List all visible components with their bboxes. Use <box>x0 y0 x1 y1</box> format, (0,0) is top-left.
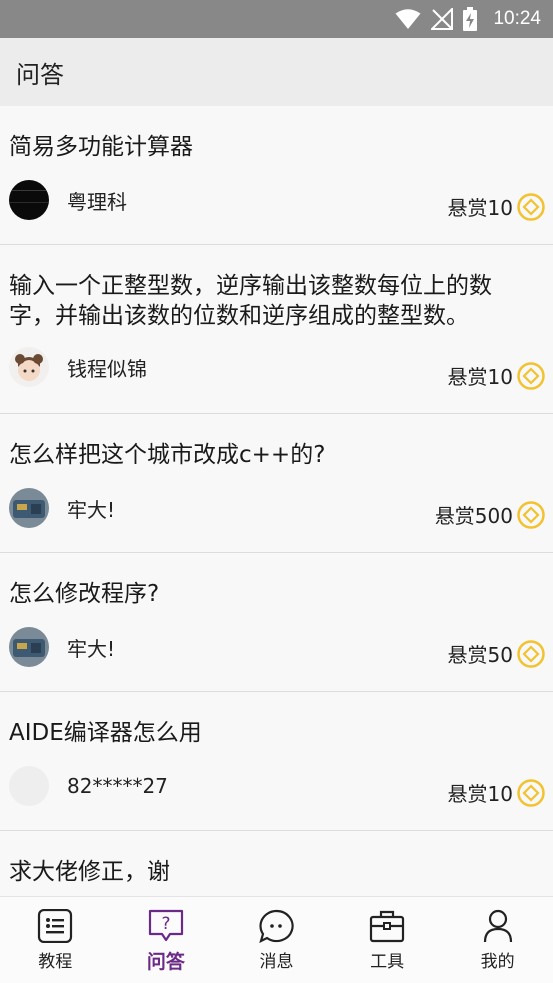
reward-text: 悬赏10 <box>447 196 513 220</box>
question-title: AIDE编译器怎么用 <box>9 720 202 746</box>
no-signal-icon <box>431 8 454 30</box>
bottom-tab-bar: 教程 ? 问答 消息 工具 我的 <box>0 896 553 983</box>
reward-text: 悬赏10 <box>447 365 513 389</box>
author-name: 牢大! <box>67 636 116 661</box>
wifi-icon <box>395 8 421 30</box>
status-bar: 10:24 <box>0 0 553 38</box>
author-name: 牢大! <box>67 497 116 522</box>
question-author[interactable]: 牢大! <box>9 627 115 667</box>
question-item[interactable]: AIDE编译器怎么用 82*****27 悬赏10 <box>0 692 553 831</box>
question-title: 输入一个正整型数，逆序输出该整数每位上的数字，并输出该数的位数和逆序组成的整型数… <box>9 273 492 329</box>
tab-profile[interactable]: 我的 <box>442 897 553 983</box>
question-title: 怎么样把这个城市改成c++的? <box>9 442 326 468</box>
question-item[interactable]: 输入一个正整型数，逆序输出该整数每位上的数字，并输出该数的位数和逆序组成的整型数… <box>0 245 553 414</box>
reward-text: 悬赏10 <box>447 782 513 806</box>
reward-text: 悬赏50 <box>447 643 513 667</box>
svg-text:?: ? <box>161 914 170 934</box>
person-icon <box>480 909 516 943</box>
question-list[interactable]: 简易多功能计算器 粤理科 悬赏10 输入一个正整型数，逆序输出该整数每位上的数字… <box>0 106 553 896</box>
question-author[interactable]: 粤理科 <box>9 180 127 220</box>
list-icon <box>37 909 73 943</box>
tab-qa[interactable]: ? 问答 <box>111 897 222 983</box>
battery-charging-icon <box>463 7 478 31</box>
app-header: 问答 <box>0 38 553 106</box>
tab-label: 消息 <box>259 952 294 972</box>
status-time: 10:24 <box>493 8 541 29</box>
question-item[interactable]: 怎么修改程序? 牢大! 悬赏50 <box>0 553 553 692</box>
reward: 悬赏500 <box>435 500 545 529</box>
coin-icon <box>517 192 545 221</box>
question-author[interactable]: 牢大! <box>9 488 115 528</box>
reward: 悬赏10 <box>448 361 545 390</box>
chat-icon <box>258 909 295 943</box>
question-item[interactable]: 简易多功能计算器 粤理科 悬赏10 <box>0 106 553 245</box>
coin-icon <box>517 361 545 390</box>
tab-label: 问答 <box>146 951 185 973</box>
question-title: 怎么修改程序? <box>9 581 160 607</box>
tab-label: 我的 <box>480 952 515 972</box>
coin-icon <box>517 778 545 807</box>
question-author[interactable]: 钱程似锦 <box>9 347 147 387</box>
reward: 悬赏50 <box>448 639 545 668</box>
tab-tutorial[interactable]: 教程 <box>0 897 111 983</box>
tab-tools[interactable]: 工具 <box>332 897 443 983</box>
author-name: 钱程似锦 <box>67 356 147 381</box>
avatar[interactable] <box>9 627 49 667</box>
author-name: 82*****27 <box>67 774 168 798</box>
reward: 悬赏10 <box>448 192 545 221</box>
reward: 悬赏10 <box>448 778 545 807</box>
tab-label: 工具 <box>370 952 405 972</box>
question-title: 求大佬修正，谢 <box>9 859 170 885</box>
question-icon: ? <box>148 909 184 943</box>
avatar[interactable] <box>9 488 49 528</box>
coin-icon <box>517 639 545 668</box>
coin-icon <box>517 500 545 529</box>
author-name: 粤理科 <box>67 189 127 214</box>
question-item[interactable]: 怎么样把这个城市改成c++的? 牢大! 悬赏500 <box>0 414 553 553</box>
tab-messages[interactable]: 消息 <box>221 897 332 983</box>
avatar[interactable] <box>9 180 49 220</box>
reward-text: 悬赏500 <box>434 504 513 528</box>
tab-label: 教程 <box>38 952 73 972</box>
question-item[interactable]: 求大佬修正，谢 <box>0 831 553 896</box>
briefcase-icon <box>369 909 405 943</box>
page-title: 问答 <box>16 60 64 89</box>
avatar[interactable] <box>9 347 49 387</box>
avatar[interactable] <box>9 766 49 806</box>
question-title: 简易多功能计算器 <box>9 134 193 160</box>
question-author[interactable]: 82*****27 <box>9 766 168 806</box>
